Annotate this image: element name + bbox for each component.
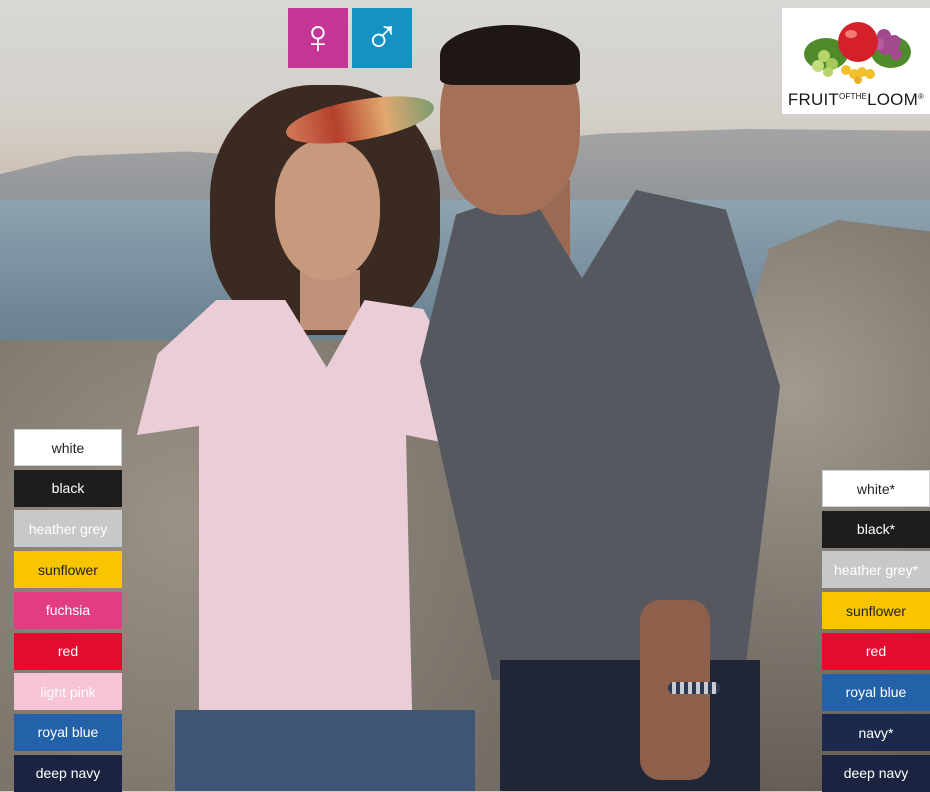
color-swatch-white[interactable]: white [14,429,122,466]
female-icon[interactable]: ♀ [288,8,348,68]
fruit-of-the-loom-logo: FRUITOFTHELOOM® [782,8,930,114]
male-icon[interactable]: ♂ [352,8,412,68]
bracelet [668,682,720,694]
fruit-cluster-icon [804,22,911,84]
color-swatch-royal-blue[interactable]: royal blue [14,713,122,751]
color-swatch-red[interactable]: red [14,632,122,670]
logo-wordmark: FRUITOFTHELOOM® [787,90,925,109]
color-swatch-fuchsia[interactable]: fuchsia [14,591,122,629]
color-swatch-black[interactable]: black* [822,510,930,548]
color-swatch-red[interactable]: red [822,632,930,670]
color-swatch-sunflower[interactable]: sunflower [14,551,122,589]
color-swatch-white[interactable]: white* [822,470,930,507]
photo-background [0,0,930,791]
color-swatch-heather-grey[interactable]: heather grey* [822,551,930,589]
color-swatch-deep-navy[interactable]: deep navy [822,754,930,792]
woman-face [275,140,380,280]
color-swatch-sunflower[interactable]: sunflower [822,592,930,630]
man-hair [440,25,580,85]
man-pants [500,660,760,791]
color-swatch-heather-grey[interactable]: heather grey [14,510,122,548]
color-swatch-deep-navy[interactable]: deep navy [14,754,122,792]
color-swatch-royal-blue[interactable]: royal blue [822,673,930,711]
color-swatch-light-pink[interactable]: light pink [14,673,122,711]
woman-jeans [175,710,475,791]
color-swatch-navy[interactable]: navy* [822,714,930,752]
color-swatch-black[interactable]: black [14,469,122,507]
